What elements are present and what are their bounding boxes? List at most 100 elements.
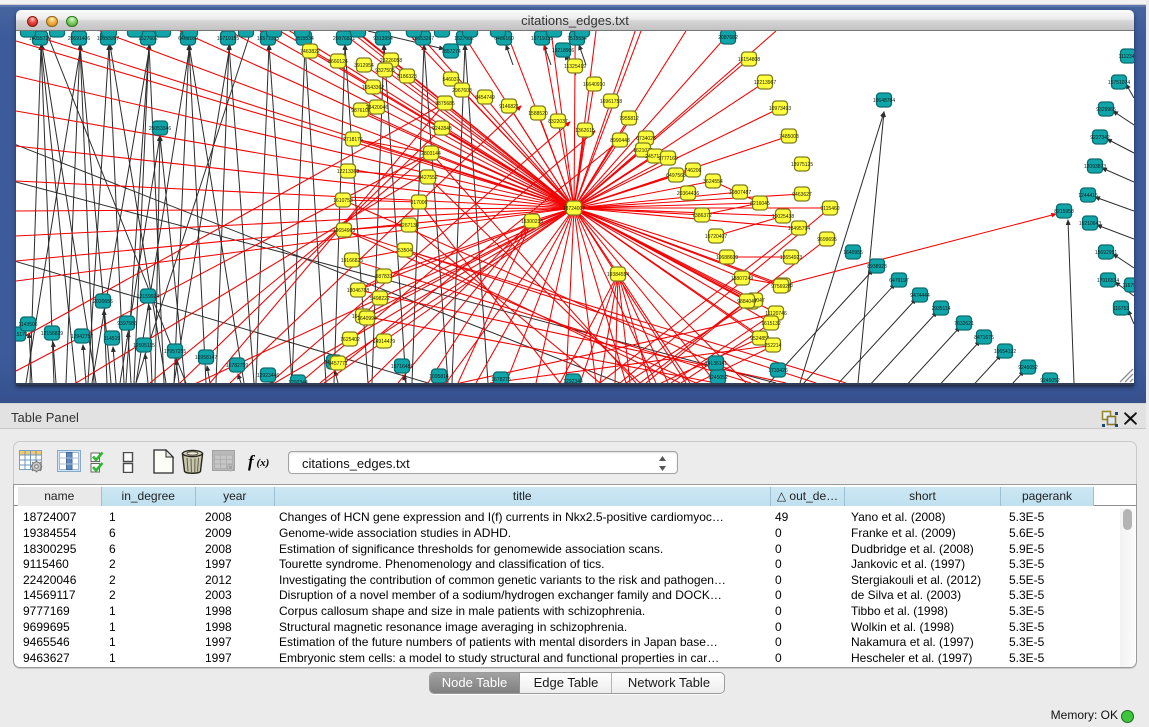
svg-text:8938923: 8938923 bbox=[867, 264, 887, 270]
svg-text:9242848: 9242848 bbox=[432, 126, 452, 132]
svg-text:12923446: 12923446 bbox=[257, 373, 279, 379]
svg-text:9397586: 9397586 bbox=[117, 321, 137, 327]
svg-text:1244415: 1244415 bbox=[1078, 193, 1098, 199]
svg-text:15692951: 15692951 bbox=[1095, 250, 1117, 256]
svg-text:9245052: 9245052 bbox=[708, 375, 728, 381]
svg-text:3915171: 3915171 bbox=[16, 332, 28, 338]
svg-text:12505115: 12505115 bbox=[133, 343, 155, 349]
svg-text:1733426: 1733426 bbox=[768, 368, 788, 374]
svg-text:16210643: 16210643 bbox=[1079, 221, 1101, 227]
svg-text:14914479: 14914479 bbox=[373, 339, 395, 345]
svg-text:8660124: 8660124 bbox=[328, 59, 348, 65]
svg-text:12156829: 12156829 bbox=[41, 331, 63, 337]
svg-text:2935114: 2935114 bbox=[931, 306, 950, 312]
svg-text:8216045: 8216045 bbox=[750, 201, 770, 207]
svg-text:9474444: 9474444 bbox=[910, 293, 930, 299]
svg-text:317006: 317006 bbox=[411, 200, 428, 206]
svg-text:(x): (x) bbox=[257, 457, 270, 469]
svg-text:2803144: 2803144 bbox=[421, 151, 441, 157]
svg-text:3427552: 3427552 bbox=[418, 175, 438, 181]
svg-text:12213363: 12213363 bbox=[337, 169, 359, 175]
svg-text:20691406: 20691406 bbox=[68, 36, 90, 42]
svg-text:3912954: 3912954 bbox=[354, 63, 374, 69]
svg-text:252214: 252214 bbox=[765, 343, 782, 349]
svg-text:1610753: 1610753 bbox=[333, 198, 353, 204]
svg-text:9227342: 9227342 bbox=[1090, 135, 1110, 141]
svg-text:15300233: 15300233 bbox=[521, 219, 543, 225]
svg-text:2087682: 2087682 bbox=[718, 35, 738, 41]
svg-text:15720407: 15720407 bbox=[705, 234, 727, 240]
svg-text:546037: 546037 bbox=[443, 77, 460, 83]
svg-text:11325419: 11325419 bbox=[564, 64, 586, 70]
svg-text:9146821: 9146821 bbox=[499, 104, 519, 110]
svg-text:13975125: 13975125 bbox=[791, 162, 813, 168]
svg-text:10648784: 10648784 bbox=[873, 98, 895, 104]
svg-text:116753: 116753 bbox=[1113, 306, 1130, 312]
svg-text:53504: 53504 bbox=[398, 248, 412, 254]
svg-text:19654963: 19654963 bbox=[333, 228, 355, 234]
svg-text:10688609: 10688609 bbox=[716, 255, 738, 261]
svg-text:6734028: 6734028 bbox=[636, 136, 656, 142]
svg-text:7386372: 7386372 bbox=[692, 213, 712, 219]
svg-text:3624554: 3624554 bbox=[703, 179, 723, 185]
svg-text:1143506: 1143506 bbox=[18, 322, 37, 328]
svg-text:10973493: 10973493 bbox=[769, 106, 791, 112]
svg-text:16782759: 16782759 bbox=[226, 363, 248, 369]
svg-text:16958147: 16958147 bbox=[195, 355, 217, 361]
svg-text:9457771: 9457771 bbox=[328, 361, 348, 367]
svg-text:2718176: 2718176 bbox=[343, 137, 363, 143]
svg-text:1615132: 1615132 bbox=[761, 321, 781, 327]
svg-text:25053346: 25053346 bbox=[149, 126, 171, 132]
svg-text:7463822: 7463822 bbox=[300, 49, 320, 55]
svg-text:18724007: 18724007 bbox=[563, 206, 585, 212]
svg-text:9777169: 9777169 bbox=[658, 156, 678, 162]
svg-text:7857274: 7857274 bbox=[441, 49, 461, 55]
svg-text:8990448: 8990448 bbox=[610, 138, 630, 144]
svg-text:8471676: 8471676 bbox=[974, 335, 994, 341]
svg-text:8215958: 8215958 bbox=[1054, 209, 1074, 215]
svg-text:1112345: 1112345 bbox=[1119, 54, 1134, 60]
svg-text:12159924: 12159924 bbox=[137, 294, 159, 300]
svg-text:1640994: 1640994 bbox=[357, 316, 377, 322]
svg-text:13654923: 13654923 bbox=[780, 255, 802, 261]
svg-text:9245052: 9245052 bbox=[1018, 365, 1038, 371]
svg-text:9327505: 9327505 bbox=[375, 68, 395, 74]
svg-text:1640955: 1640955 bbox=[843, 250, 863, 256]
svg-text:18807249: 18807249 bbox=[731, 276, 753, 282]
svg-text:9115460: 9115460 bbox=[820, 206, 839, 212]
svg-text:1588520: 1588520 bbox=[528, 111, 548, 117]
svg-text:587833: 587833 bbox=[376, 274, 393, 280]
svg-text:7632621: 7632621 bbox=[954, 321, 974, 327]
svg-text:16543362: 16543362 bbox=[362, 85, 384, 91]
svg-text:6479197: 6479197 bbox=[889, 278, 909, 284]
svg-text:16961758: 16961758 bbox=[600, 99, 622, 105]
svg-text:6497568: 6497568 bbox=[666, 173, 686, 179]
svg-text:8454749: 8454749 bbox=[475, 95, 495, 101]
svg-text:7955812: 7955812 bbox=[619, 116, 639, 122]
svg-text:15751074: 15751074 bbox=[1108, 80, 1130, 86]
svg-text:114519: 114519 bbox=[104, 336, 121, 342]
svg-text:10807487: 10807487 bbox=[729, 190, 751, 196]
svg-text:14136141: 14136141 bbox=[705, 361, 727, 367]
svg-text:10654122: 10654122 bbox=[994, 349, 1016, 355]
svg-text:9699695: 9699695 bbox=[817, 237, 837, 243]
svg-text:3875685: 3875685 bbox=[435, 101, 455, 107]
svg-text:16640910: 16640910 bbox=[583, 82, 605, 88]
svg-text:2020656: 2020656 bbox=[93, 299, 113, 305]
svg-text:10025438: 10025438 bbox=[772, 214, 794, 220]
svg-text:12942757: 12942757 bbox=[71, 334, 93, 340]
svg-text:18495794: 18495794 bbox=[788, 226, 810, 232]
svg-text:9756928: 9756928 bbox=[771, 284, 791, 290]
svg-text:19384554: 19384554 bbox=[607, 272, 629, 278]
svg-text:1167530: 1167530 bbox=[1122, 283, 1134, 289]
svg-text:17016534: 17016534 bbox=[1097, 278, 1119, 284]
svg-text:8322037: 8322037 bbox=[548, 119, 568, 125]
svg-text:f: f bbox=[248, 452, 256, 471]
svg-text:20364436: 20364436 bbox=[677, 191, 699, 197]
svg-text:18046788: 18046788 bbox=[347, 288, 369, 294]
svg-text:16154808: 16154808 bbox=[738, 57, 760, 63]
svg-text:7625402: 7625402 bbox=[340, 337, 360, 343]
svg-text:746206: 746206 bbox=[685, 168, 702, 174]
svg-text:23420046: 23420046 bbox=[366, 105, 388, 111]
svg-text:1362615: 1362615 bbox=[575, 128, 595, 134]
